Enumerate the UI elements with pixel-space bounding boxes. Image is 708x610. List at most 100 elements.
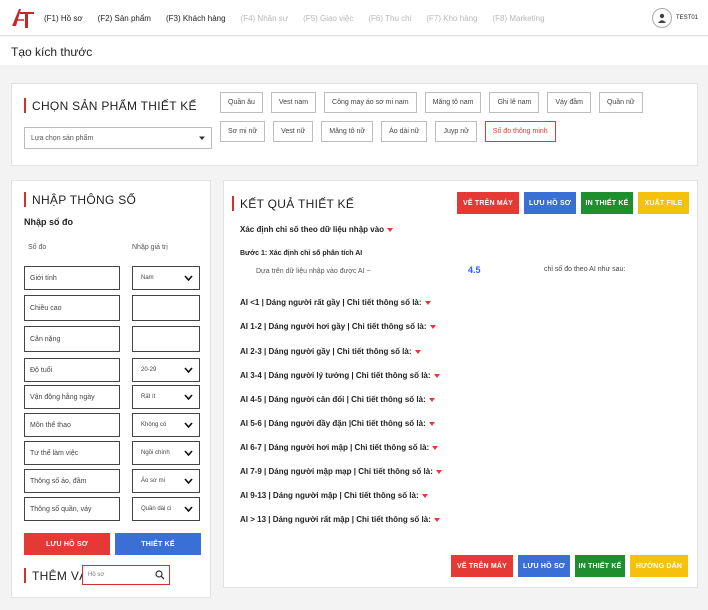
ai-range-row[interactable]: AI 2-3 | Dáng người gầy | Chi tiết thông… <box>240 347 421 356</box>
caret-down-icon <box>428 397 435 402</box>
result-heading-text: Xác định chỉ số theo dữ liệu nhập vào <box>240 225 385 234</box>
chip-juyp-nu[interactable]: Juyp nữ <box>435 121 477 142</box>
draw-on-machine-button[interactable]: VẼ TRÊN MÁY <box>457 192 519 214</box>
chip-mang-to-nam[interactable]: Măng tô nam <box>424 92 482 113</box>
page-title-bar: Tạo kích thước <box>0 37 708 65</box>
chip-vay-dam[interactable]: Váy đầm <box>547 92 591 113</box>
ai-range-row[interactable]: AI 3-4 | Dáng người lý tưởng | Chi tiết … <box>240 371 440 380</box>
product-panel-title: CHỌN SẢN PHẨM THIẾT KẾ <box>32 98 197 113</box>
ai-range-row[interactable]: AI 1-2 | Dáng người hơi gầy | Chi tiết t… <box>240 322 436 331</box>
chip-quan-nu[interactable]: Quần nữ <box>598 92 643 113</box>
print-design-button[interactable]: IN THIẾT KẾ <box>575 555 625 577</box>
user-icon[interactable] <box>651 8 672 28</box>
input-panel-title: NHẬP THÔNG SỐ <box>32 192 137 207</box>
chip-mang-to-nu[interactable]: Măng tô nữ <box>321 121 374 142</box>
field-row: Chiều cao <box>24 295 200 321</box>
design-button[interactable]: THIẾT KẾ <box>115 533 201 555</box>
logo-icon[interactable] <box>10 6 36 30</box>
field-row: Cân nặng <box>24 326 200 352</box>
nav-customers[interactable]: (F3) Khách hàng <box>166 14 226 23</box>
ai-text: Dựa trên dữ liệu nhập vào được AI ~ <box>256 268 371 275</box>
pants-spec-select[interactable]: Quần dài ci <box>132 497 200 521</box>
ai-range-row[interactable]: AI 4-5 | Dáng người cân đối | Chi tiết t… <box>240 395 435 404</box>
nav-tasks[interactable]: (F5) Giao việc <box>303 14 353 23</box>
profile-search-input[interactable]: Hồ sơ <box>82 565 170 585</box>
nav-staff[interactable]: (F4) Nhân sự <box>241 14 289 23</box>
header-accent <box>24 98 26 113</box>
ai-range-row[interactable]: AI <1 | Dáng người rất gầy | Chi tiết th… <box>240 298 431 307</box>
product-select[interactable]: Lựa chọn sản phẩm <box>24 127 212 149</box>
save-profile-button[interactable]: LƯU HỒ SƠ <box>518 555 570 577</box>
draw-on-machine-button[interactable]: VẼ TRÊN MÁY <box>451 555 513 577</box>
guide-button[interactable]: HƯỚNG DẪN <box>630 555 688 577</box>
caret-down-icon <box>429 324 436 329</box>
profile-search-placeholder: Hồ sơ <box>88 572 105 578</box>
product-select-placeholder: Lựa chọn sản phẩm <box>31 134 94 142</box>
ai-range-row[interactable]: AI > 13 | Dáng người rất mập | Chi tiết … <box>240 515 440 524</box>
ai-range-text: AI 5-6 | Dáng người đầy đặn |Chi tiết th… <box>240 419 426 428</box>
caret-down-icon <box>414 349 421 354</box>
ai-range-row[interactable]: AI 9-13 | Dáng người mập | Chi tiết thôn… <box>240 491 428 500</box>
print-design-button[interactable]: IN THIẾT KẾ <box>581 192 633 214</box>
activity-select[interactable]: Rất ít <box>132 385 200 409</box>
nav-marketing[interactable]: (F8) Marketing <box>493 14 545 23</box>
chip-vest-nam[interactable]: Vest nam <box>270 92 317 113</box>
user-menu[interactable]: TEST01 <box>651 8 698 28</box>
chevron-down-icon <box>184 275 193 281</box>
chip-vest-nu[interactable]: Vest nữ <box>273 121 314 142</box>
ai-range-row[interactable]: AI 6-7 | Dáng người hơi mập | Chi tiết t… <box>240 443 439 452</box>
chip-so-mi-nu[interactable]: Sơ mi nữ <box>220 121 266 142</box>
col-head-value: Nhập giá trị <box>132 244 168 251</box>
field-row: Vận động hằng ngày Rất ít <box>24 385 200 409</box>
nav-warehouse[interactable]: (F7) Kho hàng <box>426 14 477 23</box>
page-title: Tạo kích thước <box>11 45 93 59</box>
ai-range-text: AI 3-4 | Dáng người lý tưởng | Chi tiết … <box>240 371 431 380</box>
main-nav: (F1) Hồ sơ (F2) Sản phẩm (F3) Khách hàng… <box>44 0 560 36</box>
input-panel-header: NHẬP THÔNG SỐ <box>24 192 136 207</box>
field-value: Áo sơ mi <box>141 478 165 484</box>
posture-select[interactable]: Ngồi chính <box>132 441 200 465</box>
export-file-button[interactable]: XUẤT FILE <box>638 192 689 214</box>
age-select[interactable]: 20-29 <box>132 358 200 382</box>
caret-down-icon <box>432 445 439 450</box>
search-icon[interactable] <box>155 570 165 580</box>
measure-subtitle: Nhập số đo <box>24 217 73 227</box>
chevron-down-icon <box>184 367 193 373</box>
product-panel-header: CHỌN SẢN PHẨM THIẾT KẾ <box>24 98 197 113</box>
field-row: Thông số quần, váy Quần dài ci <box>24 497 200 521</box>
nav-products[interactable]: (F2) Sản phẩm <box>98 14 151 23</box>
header-accent <box>232 196 234 211</box>
gender-select[interactable]: Nam <box>132 266 200 290</box>
sport-select[interactable]: Không có <box>132 413 200 437</box>
ai-range-row[interactable]: AI 7-9 | Dáng người mập mạp | Chi tiết t… <box>240 467 442 476</box>
field-row: Môn thể thao Không có <box>24 413 200 437</box>
ai-range-text: AI 7-9 | Dáng người mập mạp | Chi tiết t… <box>240 467 433 476</box>
caret-down-icon <box>424 300 431 305</box>
chip-ao-dai-nu[interactable]: Áo dài nữ <box>381 121 428 142</box>
ai-index-value: 4.5 <box>468 265 481 275</box>
chip-ghi-le-nam[interactable]: Ghi lê nam <box>489 92 540 113</box>
caret-down-icon <box>428 421 435 426</box>
chip-so-do-thong-minh[interactable]: Số đo thông minh <box>484 121 556 142</box>
shirt-spec-select[interactable]: Áo sơ mi <box>132 469 200 493</box>
field-label: Cân nặng <box>24 326 120 352</box>
chip-so-mi-nam[interactable]: Công may áo sơ mi nam <box>324 92 417 113</box>
ai-range-text: AI 4-5 | Dáng người cân đối | Chi tiết t… <box>240 395 426 404</box>
height-input[interactable] <box>132 295 200 321</box>
nav-finance[interactable]: (F6) Thu chi <box>368 14 411 23</box>
weight-input[interactable] <box>132 326 200 352</box>
field-value: Không có <box>141 422 167 428</box>
ai-range-row[interactable]: AI 5-6 | Dáng người đầy đặn |Chi tiết th… <box>240 419 435 428</box>
field-value: Rất ít <box>141 394 156 400</box>
field-value: Quần dài ci <box>141 506 172 512</box>
field-row: Độ tuổi 20-29 <box>24 358 200 382</box>
nav-profiles[interactable]: (F1) Hồ sơ <box>44 14 83 23</box>
ai-range-text: AI 6-7 | Dáng người hơi mập | Chi tiết t… <box>240 443 430 452</box>
top-bar: (F1) Hồ sơ (F2) Sản phẩm (F3) Khách hàng… <box>0 0 708 36</box>
field-label: Độ tuổi <box>24 358 120 382</box>
result-heading: Xác định chỉ số theo dữ liệu nhập vào <box>240 225 394 234</box>
save-profile-button[interactable]: LƯU HỒ SƠ <box>24 533 110 555</box>
chip-quan-au[interactable]: Quần âu <box>220 92 263 113</box>
save-profile-button[interactable]: LƯU HỒ SƠ <box>524 192 576 214</box>
product-chips: Quần âu Vest nam Công may áo sơ mi nam M… <box>220 92 696 150</box>
